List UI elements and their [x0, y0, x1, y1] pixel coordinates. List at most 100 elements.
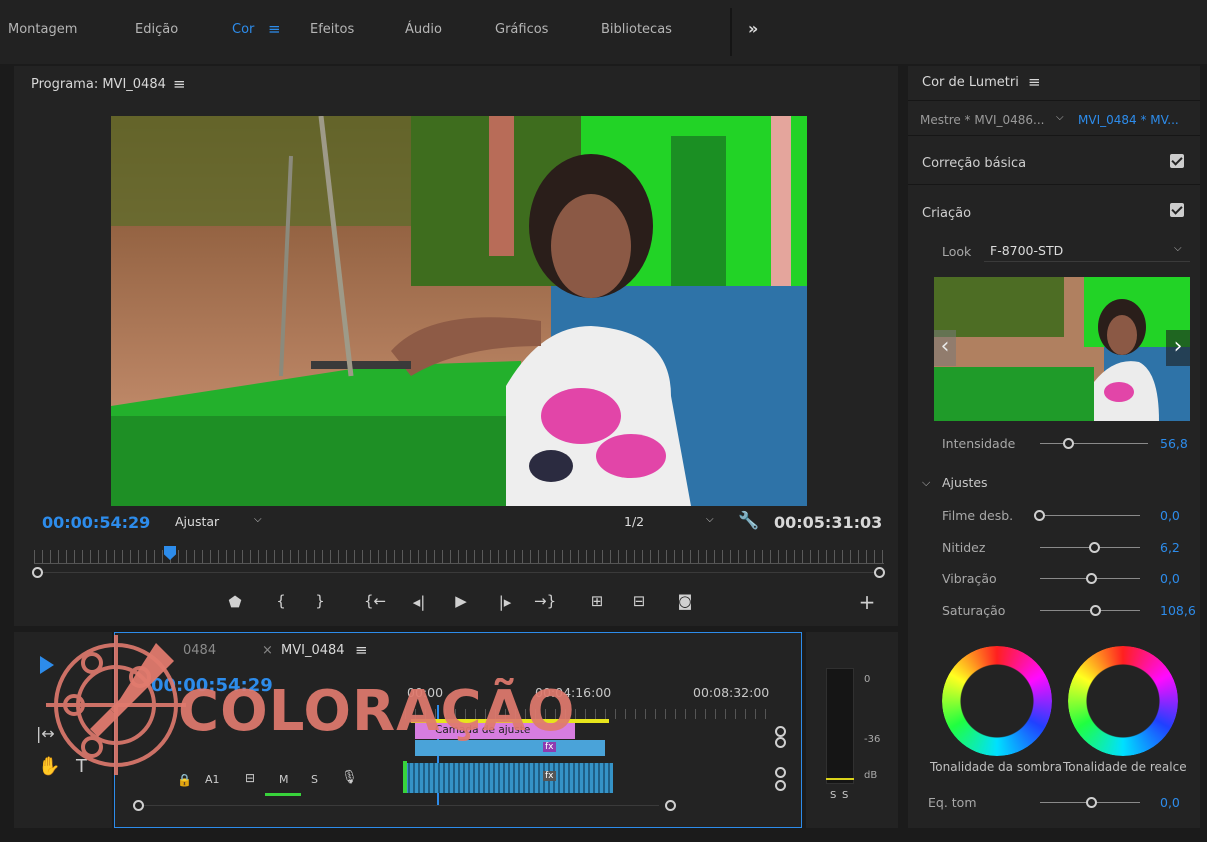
workspace-tab-edicao[interactable]: Edição [135, 22, 178, 37]
fit-dropdown[interactable]: Ajustar ⌵ [164, 510, 270, 532]
meter-scale-mid: -36 [864, 734, 881, 745]
chevron-down-icon[interactable]: ⌵ [1056, 112, 1064, 123]
param-value-faded-film[interactable]: 0,0 [1160, 508, 1180, 523]
audio-meters: 0 -36 dB S S [806, 632, 898, 828]
look-label: Look [942, 244, 972, 259]
look-dropdown[interactable]: F-8700-STD ⌵ [984, 240, 1190, 262]
step-forward-icon[interactable]: |▸ [494, 593, 516, 611]
solo-left-button[interactable]: S [830, 790, 836, 801]
creative-section[interactable]: Criação [922, 206, 971, 221]
more-workspaces-icon[interactable]: » [748, 19, 758, 38]
timeline-zoom-bar[interactable] [139, 805, 659, 806]
intensity-label: Intensidade [942, 436, 1016, 451]
program-timecode-in[interactable]: 00:00:54:29 [42, 513, 150, 532]
highlight-tint-label: Tonalidade de realce [1063, 760, 1187, 774]
eq-tone-slider-handle[interactable] [1086, 797, 1097, 808]
coloracao-logo-icon [46, 635, 186, 775]
mute-track-button[interactable]: M [279, 773, 289, 786]
workspace-tab-efeitos[interactable]: Efeitos [310, 22, 354, 37]
workspace-tab-bibliotecas[interactable]: Bibliotecas [601, 22, 672, 37]
intensity-slider-track[interactable] [1040, 443, 1148, 444]
timeline-tab-active[interactable]: MVI_0484 [281, 643, 345, 658]
panel-menu-icon[interactable]: ≡ [173, 75, 186, 93]
next-look-icon[interactable]: › [1166, 330, 1190, 366]
program-monitor-title[interactable]: Programa: MVI_0484 [31, 77, 166, 92]
meter-level [826, 778, 854, 780]
coloracao-overlay-title: COLORAÇÃO [178, 679, 576, 744]
close-tab-icon[interactable]: × [262, 643, 273, 658]
zoom-handle-left[interactable] [32, 567, 43, 578]
workspace-tab-montagem[interactable]: Montagem [8, 22, 77, 37]
creative-checkbox[interactable] [1170, 203, 1184, 217]
workspace-menu-icon[interactable]: ≡ [268, 20, 281, 38]
go-to-out-icon[interactable]: →} [534, 592, 556, 610]
chevron-down-icon[interactable]: ⌵ [922, 476, 930, 490]
microphone-icon[interactable]: 🎙 [341, 770, 358, 785]
sharpen-slider-handle[interactable] [1089, 542, 1100, 553]
meter-unit: dB [864, 770, 878, 781]
panel-menu-icon[interactable]: ≡ [1028, 73, 1041, 91]
source-clip-dropdown[interactable]: MVI_0484 * MV... [1078, 113, 1179, 127]
wrench-icon[interactable]: 🔧 [738, 511, 759, 531]
scrub-ruler[interactable] [34, 550, 884, 564]
param-label-faded-film: Filme desb. [942, 508, 1014, 523]
shadow-tint-label: Tonalidade da sombra [930, 760, 1063, 774]
video-frame [111, 116, 807, 506]
add-marker-icon[interactable]: ⬟ [224, 593, 246, 611]
track-a1-label[interactable]: A1 [205, 773, 220, 786]
audio-in-marker [403, 761, 407, 793]
export-frame-camera-icon[interactable]: ◙ [674, 592, 696, 610]
go-to-in-icon[interactable]: {← [364, 592, 386, 610]
previous-look-icon[interactable]: ‹ [934, 330, 956, 366]
zoom-bar[interactable] [36, 572, 884, 573]
audio-clip-a1[interactable]: fx [405, 763, 613, 793]
workspace-tab-audio[interactable]: Áudio [405, 22, 442, 37]
faded-film-slider-handle[interactable] [1034, 510, 1045, 521]
intensity-value[interactable]: 56,8 [1160, 436, 1188, 451]
track-scroll-handle[interactable] [775, 767, 786, 778]
solo-right-button[interactable]: S [842, 790, 848, 801]
resolution-dropdown[interactable]: 1/2 ⌵ [614, 510, 722, 532]
play-icon[interactable]: ▶ [450, 592, 472, 610]
chevron-down-icon: ⌵ [1174, 243, 1182, 254]
shadow-tint-wheel[interactable] [942, 646, 1052, 756]
faded-film-slider-track[interactable] [1040, 515, 1140, 516]
saturation-slider-handle[interactable] [1090, 605, 1101, 616]
solo-track-button[interactable]: S [311, 773, 318, 786]
eq-tone-value[interactable]: 0,0 [1160, 795, 1180, 810]
param-value-vibrance[interactable]: 0,0 [1160, 571, 1180, 586]
vibrance-slider-handle[interactable] [1086, 573, 1097, 584]
sync-lock-icon[interactable]: ⊟ [245, 771, 255, 785]
lumetri-color-panel: Cor de Lumetri ≡ Mestre * MVI_0486... ⌵ … [908, 66, 1200, 828]
add-button-icon[interactable]: + [856, 590, 878, 614]
mute-indicator [265, 793, 301, 796]
param-label-sharpen: Nitidez [942, 540, 986, 555]
track-scroll-handle[interactable] [775, 737, 786, 748]
lift-icon[interactable]: ⊞ [586, 592, 608, 610]
panel-menu-icon[interactable]: ≡ [355, 641, 368, 659]
track-scroll-handle[interactable] [775, 726, 786, 737]
adjustments-section[interactable]: Ajustes [942, 475, 988, 490]
extract-icon[interactable]: ⊟ [628, 592, 650, 610]
track-scroll-handle[interactable] [775, 780, 786, 791]
workspace-tab-cor[interactable]: Cor [232, 22, 254, 37]
step-back-icon[interactable]: ◂| [408, 593, 430, 611]
mark-out-icon[interactable]: } [309, 592, 331, 610]
mark-in-icon[interactable]: { [270, 592, 292, 610]
timeline-zoom-right[interactable] [665, 800, 676, 811]
basic-correction-checkbox[interactable] [1170, 154, 1184, 168]
param-value-sharpen[interactable]: 6,2 [1160, 540, 1180, 555]
meter-scale-top: 0 [864, 674, 871, 685]
source-master-dropdown[interactable]: Mestre * MVI_0486... [920, 113, 1044, 127]
meter-bar [826, 668, 854, 784]
timeline-zoom-left[interactable] [133, 800, 144, 811]
look-preview-thumbnail [934, 277, 1190, 421]
param-value-saturation[interactable]: 108,6 [1160, 603, 1196, 618]
highlight-tint-wheel[interactable] [1068, 646, 1178, 756]
intensity-slider-handle[interactable] [1063, 438, 1074, 449]
lumetri-title[interactable]: Cor de Lumetri [922, 75, 1019, 90]
basic-correction-section[interactable]: Correção básica [922, 156, 1026, 171]
program-monitor: Programa: MVI_0484 ≡ 00:00:54:29 Ajustar [14, 66, 898, 626]
workspace-tab-graficos[interactable]: Gráficos [495, 22, 548, 37]
zoom-handle-right[interactable] [874, 567, 885, 578]
